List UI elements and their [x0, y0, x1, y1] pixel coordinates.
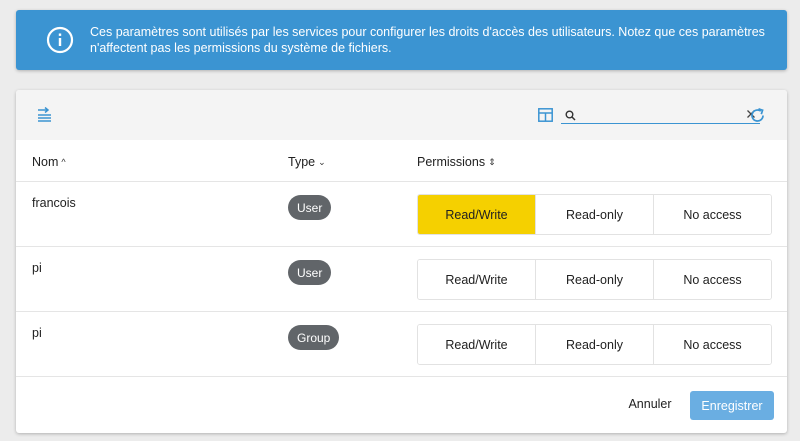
sort-ascending-icon: ^	[61, 157, 66, 167]
column-header-type-label: Type	[288, 155, 316, 169]
column-header-permissions[interactable]: Permissions ⇕	[417, 155, 496, 169]
type-badge: Group	[288, 325, 340, 350]
info-circle-icon	[46, 26, 74, 54]
permission-read-only-button[interactable]: Read-only	[536, 195, 654, 234]
cancel-button[interactable]: Annuler	[622, 391, 678, 417]
permission-read-only-button[interactable]: Read-only	[536, 260, 654, 299]
filter-list-icon[interactable]	[36, 106, 54, 123]
permission-read-write-button[interactable]: Read/Write	[418, 260, 536, 299]
row-name: pi	[32, 261, 42, 275]
column-header-type[interactable]: Type ⌄	[288, 155, 326, 169]
form-footer: Annuler Enregistrer	[16, 376, 787, 433]
table-header: Nom ^ Type ⌄ Permissions ⇕	[16, 140, 787, 182]
permission-toggle-group: Read/Write Read-only No access	[417, 194, 772, 235]
permission-no-access-button[interactable]: No access	[654, 260, 771, 299]
permissions-card: Nom ^ Type ⌄ Permissions ⇕ francois User…	[16, 90, 787, 433]
sort-unsorted-icon: ⇕	[488, 156, 496, 167]
info-banner-text: Ces paramètres sont utilisés par les ser…	[90, 25, 765, 55]
table-row: francois User Read/Write Read-only No ac…	[16, 182, 787, 247]
refresh-icon[interactable]	[749, 107, 766, 124]
column-header-name[interactable]: Nom ^	[32, 155, 66, 169]
column-header-permissions-label: Permissions	[417, 155, 486, 169]
permission-toggle-group: Read/Write Read-only No access	[417, 324, 772, 365]
type-badge: User	[288, 260, 332, 285]
table-row: pi User Read/Write Read-only No access	[16, 247, 787, 312]
row-name: francois	[32, 196, 76, 210]
column-header-name-label: Nom	[32, 155, 59, 169]
permission-read-write-button[interactable]: Read/Write	[418, 195, 536, 234]
search-icon	[565, 109, 576, 121]
search-field	[561, 106, 760, 124]
save-button[interactable]: Enregistrer	[690, 391, 774, 420]
permission-toggle-group: Read/Write Read-only No access	[417, 259, 772, 300]
info-banner: Ces paramètres sont utilisés par les ser…	[16, 10, 787, 70]
permission-read-only-button[interactable]: Read-only	[536, 325, 654, 364]
permission-no-access-button[interactable]: No access	[654, 325, 771, 364]
row-name: pi	[32, 326, 42, 340]
permission-read-write-button[interactable]: Read/Write	[418, 325, 536, 364]
sort-descending-icon: ⌄	[318, 156, 326, 167]
table-columns-icon[interactable]	[538, 108, 553, 122]
type-badge: User	[288, 195, 332, 220]
table-row: pi Group Read/Write Read-only No access	[16, 312, 787, 377]
search-input[interactable]	[581, 106, 731, 123]
permission-no-access-button[interactable]: No access	[654, 195, 771, 234]
table-toolbar	[16, 90, 787, 140]
